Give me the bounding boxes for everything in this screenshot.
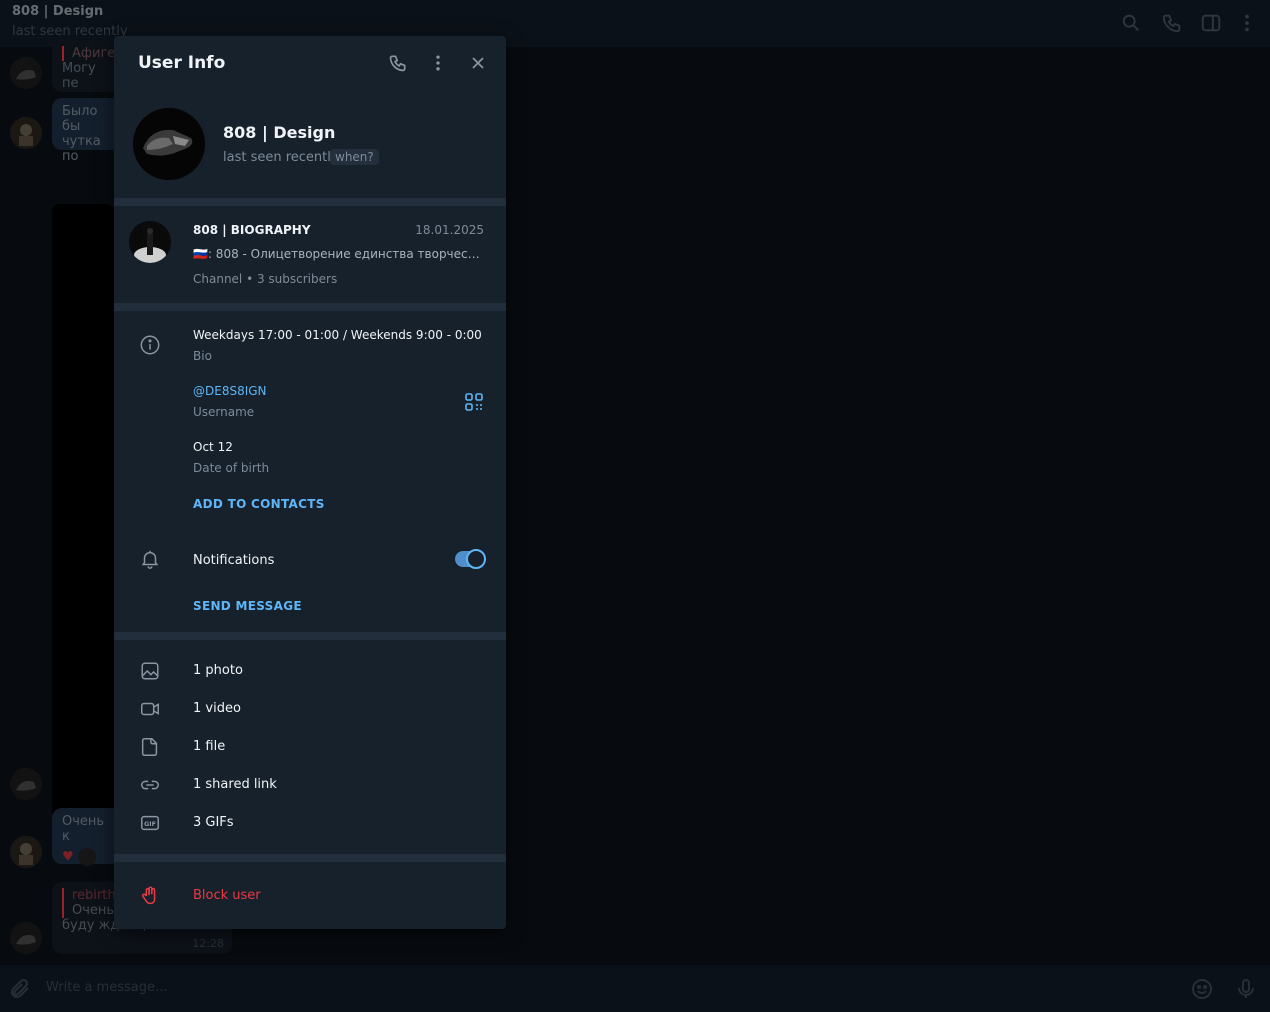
link-icon bbox=[138, 773, 162, 797]
flag-icon: 🇷🇺 bbox=[193, 247, 208, 261]
channel-preview: 🇷🇺: 808 - Олицетворение единства творчес… bbox=[193, 247, 483, 261]
media-label: 1 shared link bbox=[193, 777, 277, 792]
info-icon bbox=[138, 333, 162, 357]
when-button[interactable]: when? bbox=[330, 149, 379, 165]
divider bbox=[114, 632, 506, 640]
username-label: Username bbox=[193, 405, 255, 419]
media-label: 1 file bbox=[193, 739, 226, 754]
svg-text:GIF: GIF bbox=[144, 820, 156, 828]
bell-icon bbox=[138, 547, 162, 571]
divider bbox=[114, 854, 506, 862]
block-user-label: Block user bbox=[193, 888, 261, 903]
photo-icon bbox=[138, 659, 162, 683]
send-message-button[interactable]: SEND MESSAGE bbox=[193, 599, 302, 613]
profile-avatar[interactable] bbox=[133, 108, 205, 180]
bio-label: Bio bbox=[193, 349, 212, 363]
channel-name: 808 | BIOGRAPHY bbox=[193, 223, 311, 237]
bio-value[interactable]: Weekdays 17:00 - 01:00 / Weekends 9:00 -… bbox=[193, 328, 482, 342]
close-icon[interactable] bbox=[467, 52, 489, 74]
more-vertical-icon[interactable] bbox=[427, 52, 449, 74]
panel-title: User Info bbox=[138, 53, 226, 73]
media-label: 3 GIFs bbox=[193, 815, 234, 830]
divider bbox=[114, 303, 506, 311]
notifications-toggle[interactable] bbox=[455, 549, 486, 569]
profile-status: last seen recently bbox=[223, 150, 339, 165]
profile-name: 808 | Design bbox=[223, 123, 336, 142]
hand-stop-icon bbox=[138, 884, 162, 908]
channel-avatar bbox=[129, 221, 171, 263]
gif-icon: GIF bbox=[138, 811, 162, 835]
birth-value[interactable]: Oct 12 bbox=[193, 440, 233, 454]
phone-icon[interactable] bbox=[387, 52, 409, 74]
video-icon bbox=[138, 697, 162, 721]
media-label: 1 video bbox=[193, 701, 241, 716]
add-to-contacts-button[interactable]: ADD TO CONTACTS bbox=[193, 497, 325, 511]
media-label: 1 photo bbox=[193, 663, 243, 678]
username-value[interactable]: @DE8S8IGN bbox=[193, 384, 267, 398]
file-icon bbox=[138, 735, 162, 759]
channel-date: 18.01.2025 bbox=[415, 223, 484, 237]
toggle-knob bbox=[466, 549, 486, 569]
divider bbox=[114, 198, 506, 206]
qr-code-icon[interactable] bbox=[464, 392, 484, 412]
channel-preview-text: : 808 - Олицетворение единства творчест.… bbox=[207, 247, 483, 261]
channel-meta: Channel • 3 subscribers bbox=[193, 272, 338, 286]
user-info-panel: User Info 808 | Design last seen recentl… bbox=[114, 36, 506, 929]
birth-label: Date of birth bbox=[193, 461, 270, 475]
notifications-label: Notifications bbox=[193, 553, 275, 568]
